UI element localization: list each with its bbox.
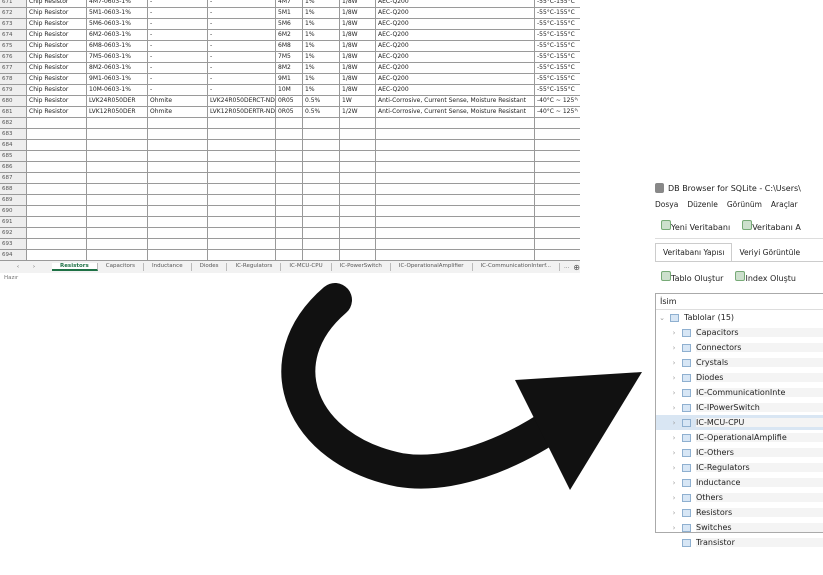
chevron-right-icon[interactable]: › xyxy=(668,479,680,487)
menu-item[interactable]: Dosya xyxy=(655,200,678,209)
table-icon xyxy=(682,418,691,427)
tree-item-table[interactable]: › Capacitors xyxy=(656,325,823,340)
table-icon xyxy=(670,313,679,322)
tab-browse-data[interactable]: Veriyi Görüntüle xyxy=(732,244,807,261)
tree-item-table[interactable]: › Switches xyxy=(656,520,823,535)
menu-item[interactable]: Araçlar xyxy=(771,200,798,209)
db-browser-window: DB Browser for SQLite - C:\Users\ Dosya D… xyxy=(655,180,823,550)
open-database-button[interactable]: Veritabanı A xyxy=(742,219,801,232)
tree-item-table[interactable]: › IC-IPowerSwitch xyxy=(656,400,823,415)
tree-header-name[interactable]: İsim xyxy=(656,294,823,310)
tree-item-table[interactable]: › Others xyxy=(656,490,823,505)
chevron-right-icon[interactable]: › xyxy=(668,419,680,427)
create-index-button[interactable]: Index Oluştu xyxy=(735,270,796,283)
schema-tree[interactable]: İsim ⌄ Tablolar (15) › Capacitors › Connecto… xyxy=(655,293,823,547)
create-table-button[interactable]: Tablo Oluştur xyxy=(661,270,723,283)
chevron-right-icon[interactable]: › xyxy=(668,449,680,457)
chevron-right-icon[interactable]: › xyxy=(668,374,680,382)
open-database-icon xyxy=(742,219,753,230)
tree-item-table[interactable]: › IC-Regulators xyxy=(656,460,823,475)
tree-item-table[interactable]: › Crystals xyxy=(656,355,823,370)
chevron-right-icon[interactable]: › xyxy=(668,434,680,442)
chevron-right-icon[interactable]: › xyxy=(668,404,680,412)
tree-item-table[interactable]: › IC-Others xyxy=(656,445,823,460)
chevron-right-icon[interactable]: › xyxy=(668,359,680,367)
database-icon xyxy=(655,183,664,193)
chevron-right-icon[interactable]: › xyxy=(668,329,680,337)
table-icon xyxy=(682,463,691,472)
chevron-right-icon[interactable]: › xyxy=(668,464,680,472)
tab-database-structure[interactable]: Veritabanı Yapısı xyxy=(655,243,733,261)
table-icon xyxy=(682,448,691,457)
chevron-right-icon[interactable]: › xyxy=(668,509,680,517)
tree-item-table[interactable]: › Diodes xyxy=(656,370,823,385)
table-icon xyxy=(682,403,691,412)
tree-group-tables[interactable]: ⌄ Tablolar (15) xyxy=(656,310,823,325)
tree-item-table[interactable]: › Connectors xyxy=(656,340,823,355)
table-icon xyxy=(682,373,691,382)
tree-item-table[interactable]: › IC-CommunicationInte xyxy=(656,385,823,400)
create-table-icon xyxy=(661,270,671,281)
table-icon xyxy=(682,328,691,337)
table-icon xyxy=(682,508,691,517)
table-icon xyxy=(682,523,691,532)
new-database-icon xyxy=(661,219,671,230)
chevron-down-icon[interactable]: ⌄ xyxy=(656,314,668,322)
window-title: DB Browser for SQLite - C:\Users\ xyxy=(668,183,801,193)
tree-item-table[interactable]: › Resistors xyxy=(656,505,823,520)
tree-item-table[interactable]: › Inductance xyxy=(656,475,823,490)
table-icon xyxy=(682,493,691,502)
tree-item-table[interactable]: › IC-OperationalAmplifie xyxy=(656,430,823,445)
chevron-right-icon[interactable]: › xyxy=(668,344,680,352)
table-icon xyxy=(682,538,691,547)
table-icon xyxy=(682,388,691,397)
create-index-icon xyxy=(735,270,746,281)
table-icon xyxy=(682,343,691,352)
new-database-button[interactable]: Yeni Veritabanı xyxy=(661,219,730,232)
menu-item[interactable]: Görünüm xyxy=(727,200,762,209)
chevron-right-icon[interactable]: › xyxy=(668,524,680,532)
table-icon xyxy=(682,478,691,487)
table-icon xyxy=(682,433,691,442)
tree-item-table[interactable]: › IC-MCU-CPU xyxy=(656,415,823,430)
chevron-right-icon[interactable]: › xyxy=(668,389,680,397)
table-icon xyxy=(682,358,691,367)
menu-item[interactable]: Düzenle xyxy=(687,200,718,209)
tree-item-table[interactable]: Transistor xyxy=(656,535,823,550)
chevron-right-icon[interactable]: › xyxy=(668,494,680,502)
